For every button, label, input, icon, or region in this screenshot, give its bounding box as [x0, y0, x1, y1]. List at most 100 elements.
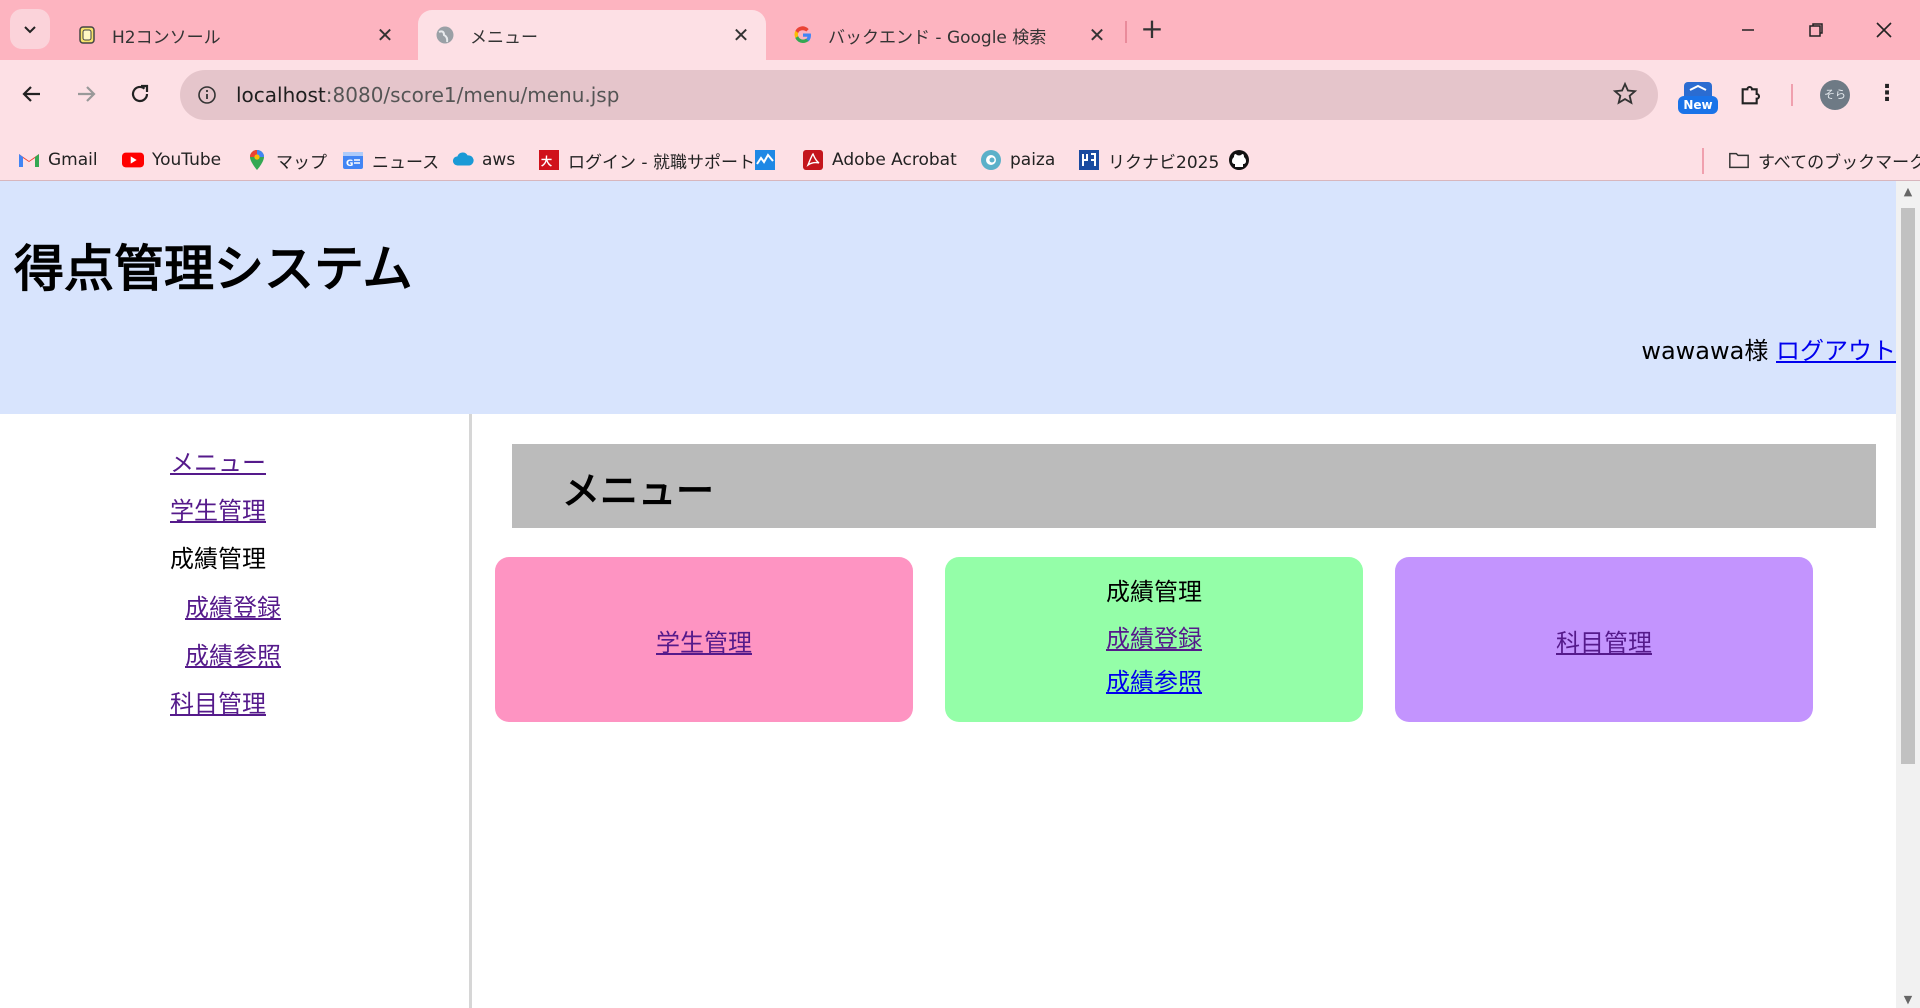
user-name: wawawa様	[1641, 337, 1769, 365]
more-menu-icon[interactable]: ⋮	[1872, 80, 1902, 110]
tab-title: メニュー	[470, 27, 538, 48]
tab-separator	[1125, 21, 1127, 43]
gmail-icon	[18, 149, 40, 171]
close-window-button[interactable]	[1866, 12, 1902, 48]
close-icon[interactable]: ✕	[730, 23, 752, 47]
bookmark-label: ログイン - 就職サポート	[568, 152, 755, 173]
bookmark-youtube[interactable]: YouTube	[122, 146, 221, 174]
all-bookmarks-button[interactable]: すべてのブックマーク	[1728, 146, 1920, 174]
puzzle-icon	[1741, 85, 1761, 105]
minimize-button[interactable]	[1730, 12, 1766, 48]
profile-avatar[interactable]: そら	[1820, 80, 1850, 110]
tab-title: バックエンド - Google 検索	[828, 27, 1047, 48]
maps-icon	[246, 149, 268, 171]
address-bar[interactable]: localhost:8080/score1/menu/menu.jsp	[180, 70, 1658, 120]
minimize-icon	[1742, 29, 1754, 31]
ohara-icon: 大	[538, 149, 560, 171]
tab-h2-console[interactable]: H2コンソール ✕	[60, 10, 410, 60]
bookmark-label: Adobe Acrobat	[832, 150, 957, 170]
url-path: :8080/score1/menu/menu.jsp	[325, 83, 620, 107]
globe-icon	[434, 24, 456, 46]
logout-link[interactable]: ログアウト	[1776, 337, 1896, 365]
tab-strip: H2コンソール ✕ メニュー ✕ バックエンド - Google 検索 ✕ +	[0, 0, 1920, 60]
reload-icon	[131, 84, 149, 103]
sidebar-item-grade-reference[interactable]: 成績参照	[185, 636, 281, 671]
card-grades-title: 成績管理	[1106, 578, 1202, 606]
bookmark-label: ニュース	[372, 152, 440, 173]
close-icon[interactable]: ✕	[1086, 23, 1108, 47]
extension-new-button[interactable]: New	[1678, 80, 1718, 116]
back-button[interactable]	[14, 76, 50, 112]
tab-title: H2コンソール	[112, 27, 221, 48]
restore-button[interactable]	[1798, 12, 1834, 48]
tab-menu[interactable]: メニュー ✕	[418, 10, 766, 60]
reload-button[interactable]	[122, 76, 158, 112]
github-icon	[1228, 149, 1250, 171]
sidebar-nav: メニュー 学生管理 成績管理 成績登録 成績参照 科目管理	[0, 414, 472, 1008]
sidebar-item-grade-register[interactable]: 成績登録	[185, 588, 281, 623]
folder-icon	[1728, 149, 1750, 171]
bookmark-news[interactable]: G ニュース	[342, 146, 439, 174]
news-icon: G	[342, 149, 364, 171]
sidebar-item-menu[interactable]: メニュー	[170, 443, 266, 478]
card-grade-reference-link[interactable]: 成績参照	[945, 662, 1363, 697]
bookmark-label: Gmail	[48, 150, 98, 170]
bookmark-gmail[interactable]: Gmail	[18, 146, 98, 174]
bookmark-label: YouTube	[152, 150, 222, 170]
card-grade-register-link[interactable]: 成績登録	[945, 619, 1363, 654]
card-subject-link[interactable]: 科目管理	[1395, 623, 1813, 658]
main-heading-bar: メニュー	[512, 444, 1876, 528]
page-content: 得点管理システム wawawa様 ログアウト メニュー 学生管理 成績管理 成績…	[0, 181, 1896, 1008]
youtube-icon	[122, 149, 144, 171]
paiza-icon	[980, 149, 1002, 171]
restore-icon	[1809, 23, 1823, 37]
browser-toolbar: localhost:8080/score1/menu/menu.jsp New …	[0, 60, 1920, 188]
url-text: localhost:8080/score1/menu/menu.jsp	[236, 83, 619, 107]
new-badge: New	[1678, 96, 1718, 114]
arrow-left-icon	[22, 86, 40, 102]
user-info: wawawa様 ログアウト	[1641, 331, 1896, 366]
bookmark-job-support[interactable]: 大 ログイン - 就職サポート	[538, 146, 755, 174]
arrow-right-icon	[78, 86, 96, 102]
system-title: 得点管理システム	[14, 240, 413, 298]
bookmark-label: マップ	[276, 152, 327, 173]
forward-button[interactable]	[68, 76, 104, 112]
tab-search-button[interactable]	[10, 9, 50, 49]
bookmarks-separator	[1702, 148, 1704, 174]
sidebar-item-student[interactable]: 学生管理	[170, 491, 266, 526]
bookmark-label: リクナビ2025	[1108, 152, 1220, 173]
bookmark-rikunabi[interactable]: リクナビ2025	[1078, 146, 1219, 174]
scrollbar-thumb[interactable]	[1901, 208, 1915, 764]
new-tab-button[interactable]: +	[1136, 14, 1168, 46]
page-scrollbar[interactable]: ▲ ▼	[1896, 181, 1920, 1008]
acrobat-icon	[802, 149, 824, 171]
database-icon	[76, 24, 98, 46]
svg-text:G: G	[346, 159, 353, 169]
bookmark-label: paiza	[1010, 150, 1056, 170]
close-icon	[1876, 22, 1892, 38]
bookmark-star-icon[interactable]	[1612, 81, 1638, 111]
site-info-icon[interactable]	[192, 80, 222, 110]
rikunabi-icon	[1078, 149, 1100, 171]
page-header: 得点管理システム wawawa様 ログアウト	[0, 181, 1896, 414]
sidebar-item-subject[interactable]: 科目管理	[170, 684, 266, 719]
card-student: 学生管理	[495, 557, 913, 722]
svg-text:大: 大	[541, 154, 552, 168]
card-student-link[interactable]: 学生管理	[495, 623, 913, 658]
bookmark-maps[interactable]: マップ	[246, 146, 327, 174]
scroll-up-icon[interactable]: ▲	[1896, 185, 1920, 198]
bookmark-github[interactable]	[1228, 146, 1258, 174]
bookmark-paiza[interactable]: paiza	[980, 146, 1055, 174]
bookmark-acrobat[interactable]: Adobe Acrobat	[802, 146, 957, 174]
bookmark-aws[interactable]: aws	[452, 146, 515, 174]
bookmark-label: すべてのブックマーク	[1758, 152, 1920, 173]
extensions-button[interactable]	[1738, 74, 1766, 112]
scroll-down-icon[interactable]: ▼	[1896, 993, 1920, 1006]
chevron-down-icon	[24, 26, 36, 34]
chart-icon	[754, 149, 776, 171]
tab-google-search[interactable]: バックエンド - Google 検索 ✕	[776, 10, 1122, 60]
google-icon	[792, 24, 814, 46]
close-icon[interactable]: ✕	[374, 23, 396, 47]
aws-icon	[452, 149, 474, 171]
bookmark-chart[interactable]	[754, 146, 784, 174]
